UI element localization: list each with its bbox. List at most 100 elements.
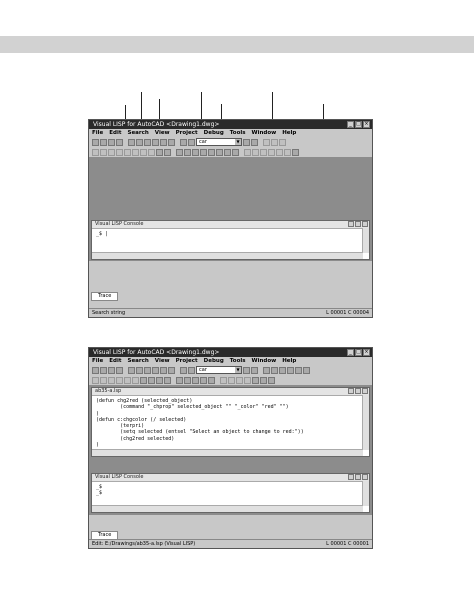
symbol-service-icon[interactable]: [200, 148, 207, 156]
last-result-icon[interactable]: [208, 376, 215, 384]
new-file-icon[interactable]: [92, 366, 99, 374]
bookmark-next-icon[interactable]: [263, 366, 270, 374]
breakpoint-icon[interactable]: [292, 148, 299, 156]
copy-icon[interactable]: [136, 366, 143, 374]
reset-icon[interactable]: [284, 148, 291, 156]
trace-icon[interactable]: [208, 148, 215, 156]
horizontal-scrollbar[interactable]: [92, 449, 363, 456]
last-break-icon[interactable]: [268, 376, 275, 384]
vertical-scrollbar[interactable]: [362, 481, 369, 506]
paste-icon[interactable]: [144, 138, 151, 146]
redo-icon[interactable]: [160, 138, 167, 146]
minimize-icon[interactable]: [348, 388, 354, 394]
check-selection-icon[interactable]: [116, 376, 123, 384]
minimize-icon[interactable]: _: [347, 349, 354, 356]
bookmark-clear-icon[interactable]: [279, 138, 286, 146]
check-icon[interactable]: [108, 376, 115, 384]
bookmark-prev-icon[interactable]: [271, 138, 278, 146]
menu-edit[interactable]: Edit: [109, 129, 121, 137]
watch-icon[interactable]: [192, 376, 199, 384]
chevron-down-icon[interactable]: ▼: [235, 139, 241, 145]
menu-window[interactable]: Window: [252, 129, 277, 137]
step-over-icon[interactable]: [252, 148, 259, 156]
menu-view[interactable]: View: [155, 357, 170, 365]
check-icon[interactable]: [108, 148, 115, 156]
step-into-icon[interactable]: [220, 376, 227, 384]
minimize-icon[interactable]: [348, 474, 354, 480]
maximize-icon[interactable]: □: [355, 121, 362, 128]
maximize-icon[interactable]: [355, 388, 361, 394]
menu-file[interactable]: File: [92, 357, 103, 365]
uncomment-icon[interactable]: [148, 376, 155, 384]
apropos-icon[interactable]: [224, 148, 231, 156]
search-combo[interactable]: car ▼: [196, 138, 242, 146]
find-replace-icon[interactable]: [188, 138, 195, 146]
bookmark-next-icon[interactable]: [263, 138, 270, 146]
last-result-icon[interactable]: [232, 148, 239, 156]
menu-help[interactable]: Help: [282, 129, 296, 137]
maximize-icon[interactable]: [355, 221, 361, 227]
chevron-down-icon[interactable]: ▼: [235, 367, 241, 373]
copy-icon[interactable]: [136, 138, 143, 146]
quit-icon[interactable]: [276, 148, 283, 156]
bookmark-icon[interactable]: [251, 138, 258, 146]
menu-search[interactable]: Search: [127, 357, 148, 365]
menu-edit[interactable]: Edit: [109, 357, 121, 365]
load-selection-icon[interactable]: [100, 376, 107, 384]
cut-icon[interactable]: [128, 366, 135, 374]
menu-search[interactable]: Search: [127, 129, 148, 137]
close-icon[interactable]: ×: [363, 349, 370, 356]
uncomment-icon[interactable]: [148, 148, 155, 156]
menu-debug[interactable]: Debug: [204, 129, 224, 137]
vertical-scrollbar[interactable]: [362, 395, 369, 450]
paste-icon[interactable]: [144, 366, 151, 374]
help-icon[interactable]: [156, 376, 163, 384]
minimize-icon[interactable]: [348, 221, 354, 227]
format-icon[interactable]: [124, 148, 131, 156]
open-file-icon[interactable]: [100, 366, 107, 374]
new-file-icon[interactable]: [92, 138, 99, 146]
bookmark-icon[interactable]: [251, 366, 258, 374]
bookmark-clear-icon[interactable]: [279, 366, 286, 374]
print-icon[interactable]: [116, 138, 123, 146]
redo-icon[interactable]: [160, 366, 167, 374]
trace-icon[interactable]: [184, 376, 191, 384]
breakpoint-icon[interactable]: [252, 376, 259, 384]
menu-file[interactable]: File: [92, 129, 103, 137]
horizontal-scrollbar[interactable]: [92, 252, 363, 259]
bookmark-prev-icon[interactable]: [271, 366, 278, 374]
menu-tools[interactable]: Tools: [230, 357, 246, 365]
console-body[interactable]: _$ _$: [92, 482, 369, 498]
step-out-icon[interactable]: [236, 376, 243, 384]
close-icon[interactable]: [362, 221, 368, 227]
vertical-scrollbar[interactable]: [362, 228, 369, 253]
minimize-icon[interactable]: _: [347, 121, 354, 128]
menu-debug[interactable]: Debug: [204, 357, 224, 365]
close-icon[interactable]: ×: [363, 121, 370, 128]
undo-icon[interactable]: [152, 138, 159, 146]
load-icon[interactable]: [92, 376, 99, 384]
search-binoculars-icon[interactable]: [243, 366, 250, 374]
activate-autocad-icon[interactable]: [287, 366, 294, 374]
add-watch-icon[interactable]: [260, 376, 267, 384]
apropos-icon[interactable]: [200, 376, 207, 384]
menu-tools[interactable]: Tools: [230, 129, 246, 137]
step-into-icon[interactable]: [244, 148, 251, 156]
save-icon[interactable]: [108, 138, 115, 146]
help-icon[interactable]: [156, 148, 163, 156]
watch-icon[interactable]: [216, 148, 223, 156]
menu-window[interactable]: Window: [252, 357, 277, 365]
menu-view[interactable]: View: [155, 129, 170, 137]
menu-project[interactable]: Project: [176, 129, 198, 137]
continue-icon[interactable]: [268, 148, 275, 156]
open-file-icon[interactable]: [100, 138, 107, 146]
menu-project[interactable]: Project: [176, 357, 198, 365]
console-icon[interactable]: [192, 148, 199, 156]
cut-icon[interactable]: [128, 138, 135, 146]
trace-tab[interactable]: Trace: [91, 292, 119, 301]
load-icon[interactable]: [92, 148, 99, 156]
symbol-service-icon[interactable]: [176, 376, 183, 384]
code-editor[interactable]: (defun chg2red (selected_object) (comman…: [92, 396, 369, 450]
console-icon[interactable]: [303, 366, 310, 374]
step-over-icon[interactable]: [228, 376, 235, 384]
